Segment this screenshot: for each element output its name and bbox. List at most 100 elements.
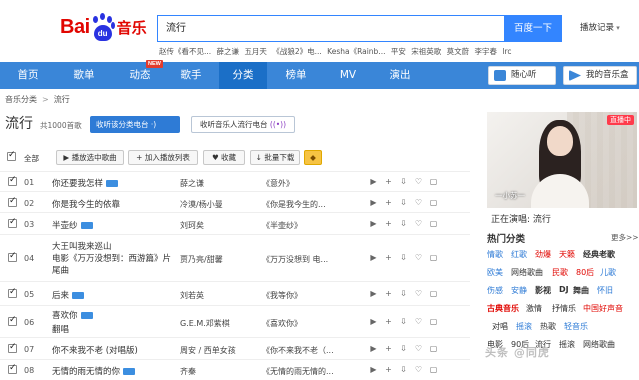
category-tag[interactable]: 儿歌 [600, 267, 616, 278]
category-tag[interactable]: 中国好声音 [583, 303, 623, 314]
mv-icon[interactable] [80, 222, 93, 229]
song-artist[interactable]: 齐秦 [180, 366, 196, 377]
category-tag[interactable]: 激情 [526, 303, 542, 314]
plus-icon[interactable]: + [381, 253, 396, 262]
download-icon[interactable]: ⇩ [396, 365, 411, 374]
song-title[interactable]: 你不来我不老 (对唱版) [52, 344, 138, 356]
play-icon[interactable]: ▶ [366, 177, 381, 186]
more-icon[interactable]: ▢ [426, 198, 441, 207]
more-icon[interactable]: ▢ [426, 365, 441, 374]
download-icon[interactable]: ⇩ [396, 289, 411, 298]
nav-home[interactable]: 首页 [0, 62, 56, 89]
mv-icon[interactable] [123, 368, 136, 375]
table-row[interactable]: 08 无情的雨无情的你 齐秦 《无情的雨无情的... ▶+⇩♡▢ [0, 359, 470, 380]
favorite-icon[interactable]: ♡ [411, 344, 426, 353]
hotword[interactable]: Kesha《Rainb... [327, 47, 385, 56]
mv-icon[interactable] [80, 312, 93, 319]
play-icon[interactable]: ▶ [366, 317, 381, 326]
play-icon[interactable]: ▶ [366, 198, 381, 207]
category-tag[interactable]: DJ [559, 285, 569, 294]
live-stream-thumbnail[interactable]: 直播中 一小苏一 [487, 112, 637, 208]
song-artist[interactable]: 刘若英 [180, 290, 204, 301]
table-row[interactable]: 07 你不来我不老 (对唱版) 周安 / 西单女孩 《你不来我不老（... ▶+… [0, 337, 470, 359]
table-row[interactable]: 01 你还要我怎样 薛之谦 《意外》 ▶+⇩♡▢ [0, 171, 470, 191]
more-icon[interactable]: ▢ [426, 344, 441, 353]
song-title[interactable]: 无情的雨无情的你 [52, 365, 136, 377]
song-artist[interactable]: 贾乃亮/甜馨 [180, 254, 223, 265]
song-artist[interactable]: 冷漠/杨小曼 [180, 199, 223, 210]
table-row[interactable]: 03 半壶纱 刘珂矣 《半壶纱》 ▶+⇩♡▢ [0, 212, 470, 234]
song-title[interactable]: 半壶纱 [52, 219, 93, 231]
category-tag[interactable]: 摇滚 [516, 321, 532, 332]
song-artist[interactable]: 薛之谦 [180, 178, 204, 189]
category-tag[interactable]: 怀旧 [597, 285, 613, 296]
category-tag[interactable]: 摇滚 [559, 339, 575, 350]
plus-icon[interactable]: + [381, 317, 396, 326]
download-icon[interactable]: ⇩ [396, 253, 411, 262]
song-artist[interactable]: G.E.M.邓紫棋 [180, 318, 230, 329]
hotword[interactable]: 李宇春 [475, 47, 498, 56]
hotword[interactable]: 《战狼2》电... [272, 47, 321, 56]
category-radio-button[interactable]: 收听该分类电台 ·) [90, 116, 180, 133]
download-icon[interactable]: ⇩ [396, 344, 411, 353]
play-icon[interactable]: ▶ [366, 344, 381, 353]
plus-icon[interactable]: + [381, 344, 396, 353]
nav-artists[interactable]: 歌手 [168, 62, 214, 89]
category-tag[interactable]: 抒情乐 [552, 303, 576, 314]
song-title[interactable]: 喜欢你 [52, 309, 93, 321]
hotword[interactable]: lrc [502, 47, 511, 56]
category-tag[interactable]: 网络歌曲 [583, 339, 615, 350]
category-tag[interactable]: 情歌 [487, 249, 503, 260]
play-selected-button[interactable]: ▶ 播放选中歌曲 [56, 150, 124, 165]
hotword[interactable]: 薛之谦 [217, 47, 240, 56]
row-checkbox[interactable] [8, 175, 17, 186]
more-icon[interactable]: ▢ [426, 317, 441, 326]
hotword[interactable]: 五月天 [244, 47, 267, 56]
nav-mv[interactable]: MV [325, 62, 371, 89]
download-icon[interactable]: ⇩ [396, 219, 411, 228]
hotword[interactable]: 赵传《看不见... [159, 47, 211, 56]
song-album[interactable]: 《喜欢你》 [262, 318, 302, 329]
plus-icon[interactable]: + [381, 177, 396, 186]
category-tag[interactable]: 80后 [576, 267, 594, 278]
category-tag[interactable]: 轻音乐 [564, 321, 588, 332]
row-checkbox[interactable] [8, 342, 17, 353]
nav-charts[interactable]: 榜单 [271, 62, 321, 89]
play-history-link[interactable]: 播放记录 ▾ [580, 21, 620, 33]
song-album[interactable]: 《我等你》 [262, 290, 302, 301]
row-checkbox[interactable] [8, 287, 17, 298]
play-icon[interactable]: ▶ [366, 365, 381, 374]
hotword[interactable]: 宋祖英歌 [411, 47, 441, 56]
row-checkbox[interactable] [8, 217, 17, 228]
song-title[interactable]: 你还要我怎样 [52, 177, 119, 189]
favorite-icon[interactable]: ♡ [411, 365, 426, 374]
table-row[interactable]: 06 喜欢你 翻唱 G.E.M.邓紫棋 《喜欢你》 ▶+⇩♡▢ [0, 305, 470, 337]
row-checkbox[interactable] [8, 315, 17, 326]
search-button[interactable]: 百度一下 [504, 15, 562, 42]
more-icon[interactable]: ▢ [426, 219, 441, 228]
category-tag[interactable]: 伤感 [487, 285, 503, 296]
favorite-icon[interactable]: ♡ [411, 253, 426, 262]
mv-icon[interactable] [72, 292, 85, 299]
breadcrumb-link[interactable]: 音乐分类 [5, 95, 37, 104]
category-tag[interactable]: 欧美 [487, 267, 503, 278]
favorite-icon[interactable]: ♡ [411, 177, 426, 186]
song-album[interactable]: 《你是我今生的... [262, 199, 326, 210]
plus-icon[interactable]: + [381, 365, 396, 374]
category-tag[interactable]: 热歌 [540, 321, 556, 332]
category-tag[interactable]: 对唱 [492, 321, 508, 332]
nav-categories[interactable]: 分类 [219, 62, 267, 89]
random-listen-button[interactable]: 随心听 [488, 66, 556, 85]
favorite-icon[interactable]: ♡ [411, 289, 426, 298]
play-icon[interactable]: ▶ [366, 219, 381, 228]
song-title[interactable]: 你是我今生的依靠 [52, 198, 120, 210]
mv-icon[interactable] [106, 180, 119, 187]
favorite-button[interactable]: ♥ 收藏 [203, 150, 245, 165]
song-album[interactable]: 《你不来我不老（... [262, 345, 334, 356]
hotword[interactable]: 平安 [391, 47, 406, 56]
vip-diamond-icon[interactable]: ◆ [304, 150, 322, 165]
category-tag[interactable]: 安静 [511, 285, 527, 296]
favorite-icon[interactable]: ♡ [411, 317, 426, 326]
song-title[interactable]: 后来 [52, 289, 85, 301]
more-icon[interactable]: ▢ [426, 253, 441, 262]
